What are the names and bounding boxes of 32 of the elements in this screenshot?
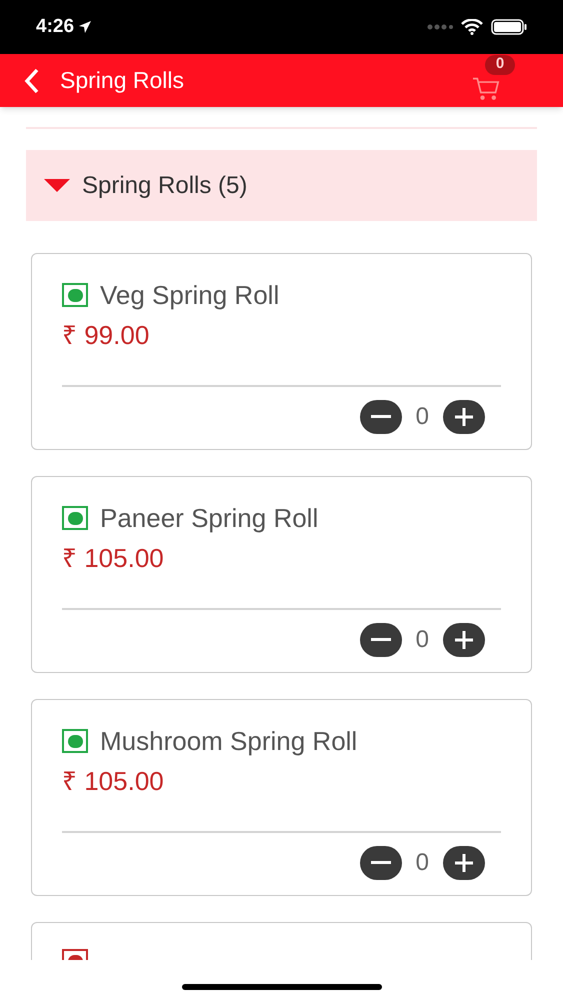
caret-down-icon	[44, 178, 70, 192]
item-name: Paneer Spring Roll	[100, 503, 318, 533]
item-name: Veg Spring Roll	[100, 280, 280, 310]
decrease-button[interactable]	[360, 846, 402, 880]
plus-icon	[454, 853, 474, 873]
decrease-button[interactable]	[360, 400, 402, 434]
header-title: Spring Rolls	[60, 66, 184, 96]
plus-icon	[454, 630, 474, 650]
back-icon	[24, 68, 40, 94]
decrease-button[interactable]	[360, 623, 402, 657]
increase-button[interactable]	[443, 846, 485, 880]
minus-icon	[370, 861, 391, 865]
status-time: 4:26	[36, 14, 74, 39]
quantity-value: 0	[416, 848, 429, 878]
wifi-icon	[461, 19, 483, 35]
increase-button[interactable]	[443, 400, 485, 434]
quantity-value: 0	[416, 625, 429, 655]
item-price: ₹ 105.00	[62, 766, 165, 796]
minus-icon	[370, 415, 391, 419]
minus-icon	[370, 638, 391, 642]
cart-icon	[471, 76, 501, 102]
plus-icon	[454, 407, 474, 427]
cart-count-badge: 0	[485, 54, 515, 74]
location-icon	[78, 20, 92, 34]
signal-icon	[427, 24, 453, 30]
battery-icon	[491, 19, 527, 35]
quantity-value: 0	[416, 402, 429, 432]
item-price: ₹ 105.00	[62, 543, 165, 573]
item-price: ₹ 99.00	[62, 320, 150, 350]
category-header[interactable]: Spring Rolls (5)	[26, 150, 537, 221]
item-name: Mushroom Spring Roll	[100, 726, 358, 756]
increase-button[interactable]	[443, 623, 485, 657]
